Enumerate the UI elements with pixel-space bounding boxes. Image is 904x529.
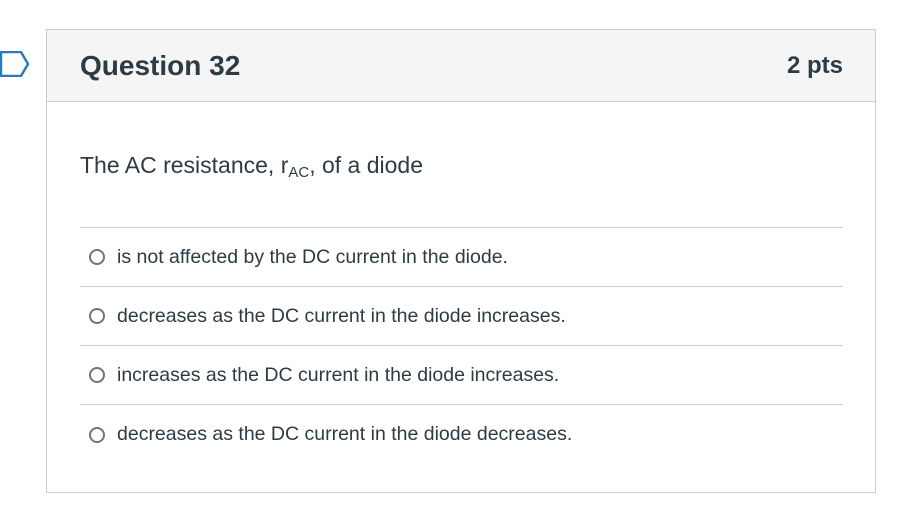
answer-option[interactable]: increases as the DC current in the diode… [80,346,843,405]
question-header: Question 32 2 pts [47,30,875,102]
answer-label[interactable]: increases as the DC current in the diode… [117,364,559,387]
radio-unchecked-icon[interactable] [89,367,105,383]
question-text: The AC resistance, rAC, of a diode [80,152,843,186]
flag-icon [0,50,30,78]
answer-option[interactable]: decreases as the DC current in the diode… [80,405,843,464]
radio-unchecked-icon[interactable] [89,426,105,443]
question-title: Question 32 [80,49,241,81]
question-text-subscript: AC [288,164,310,181]
question-body: The AC resistance, rAC, of a diode is no… [47,102,875,464]
flag-question-icon[interactable] [0,50,30,78]
answer-label[interactable]: decreases as the DC current in the diode… [117,305,566,328]
question-text-before: The AC resistance, r [80,152,289,178]
radio-unchecked-icon[interactable] [89,249,105,265]
question-points: 2 pts [786,51,843,79]
question-card: Question 32 2 pts The AC resistance, rAC… [46,29,876,493]
answer-list: is not affected by the DC current in the… [80,227,843,464]
answer-option[interactable]: decreases as the DC current in the diode… [80,287,843,346]
radio-unchecked-icon[interactable] [89,308,105,324]
answer-label[interactable]: decreases as the DC current in the diode… [117,423,572,446]
answer-option[interactable]: is not affected by the DC current in the… [80,228,843,287]
answer-label[interactable]: is not affected by the DC current in the… [117,246,508,269]
question-text-after: , of a diode [309,152,424,178]
